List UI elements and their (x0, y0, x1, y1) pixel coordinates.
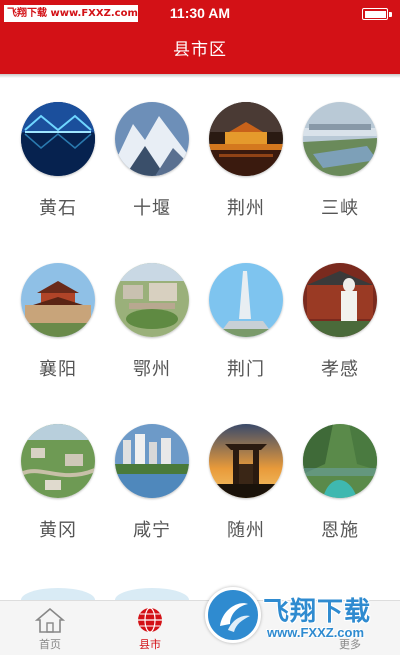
city-item[interactable]: 襄阳 (11, 263, 105, 424)
watermark-logo-icon (205, 587, 261, 643)
tab-home[interactable]: 首页 (0, 601, 100, 655)
sunset-pavilion-photo (209, 424, 283, 498)
city-item[interactable]: 黄冈 (11, 424, 105, 585)
watermark-url: www.FXXZ.com (267, 625, 365, 640)
snowy-mountain-photo (115, 102, 189, 176)
watermark: 飞翔下载 www.FXXZ.com (205, 585, 395, 655)
monument-photo (209, 263, 283, 337)
bridge-night-photo (21, 102, 95, 176)
city-name: 荆州 (227, 198, 265, 219)
city-item[interactable]: 咸宁 (105, 424, 199, 585)
city-name: 恩施 (321, 520, 359, 541)
city-item[interactable]: 荆门 (199, 263, 293, 424)
city-name: 襄阳 (39, 359, 77, 380)
tab-label: 县市 (139, 638, 161, 651)
city-name: 随州 (227, 520, 265, 541)
canyon-river-photo (303, 424, 377, 498)
lake-city-photo (115, 424, 189, 498)
status-bar: 飞翔下载 www.FXXZ.com 11:30 AM (0, 0, 400, 28)
city-item[interactable]: 孝感 (293, 263, 387, 424)
aerial-green-city-photo (21, 424, 95, 498)
city-name: 荆门 (227, 359, 265, 380)
city-item[interactable]: 随州 (199, 424, 293, 585)
tab-label: 首页 (39, 638, 61, 651)
city-name: 咸宁 (133, 520, 171, 541)
city-grid: 黄石 十堰 荆州 三峡 襄阳 鄂州 荆门 孝感 黄冈 咸宁 随州 恩施 (11, 102, 387, 585)
city-gate-night-photo (209, 102, 283, 176)
tab-counties[interactable]: 县市 (100, 601, 200, 655)
watermark-text: 飞翔下载 (263, 597, 372, 627)
status-time: 11:30 AM (169, 5, 231, 21)
city-name: 黄石 (39, 198, 77, 219)
nav-bar: 县市区 (0, 28, 400, 74)
city-item[interactable]: 黄石 (11, 102, 105, 263)
city-item[interactable]: 荆州 (199, 102, 293, 263)
battery-icon (362, 8, 392, 20)
city-item[interactable]: 十堰 (105, 102, 199, 263)
ancient-tower-photo (21, 263, 95, 337)
page-title: 县市区 (173, 40, 227, 60)
city-item[interactable]: 恩施 (293, 424, 387, 585)
city-name: 黄冈 (39, 520, 77, 541)
globe-icon (138, 607, 162, 633)
city-item[interactable]: 鄂州 (105, 263, 199, 424)
city-item[interactable]: 三峡 (293, 102, 387, 263)
dam-river-photo (303, 102, 377, 176)
home-icon (35, 607, 65, 633)
city-name: 十堰 (133, 198, 171, 219)
city-name: 鄂州 (133, 359, 171, 380)
city-name: 三峡 (321, 198, 359, 219)
aerial-town-photo (115, 263, 189, 337)
nav-shadow (0, 74, 400, 78)
city-name: 孝感 (321, 359, 359, 380)
statue-photo (303, 263, 377, 337)
